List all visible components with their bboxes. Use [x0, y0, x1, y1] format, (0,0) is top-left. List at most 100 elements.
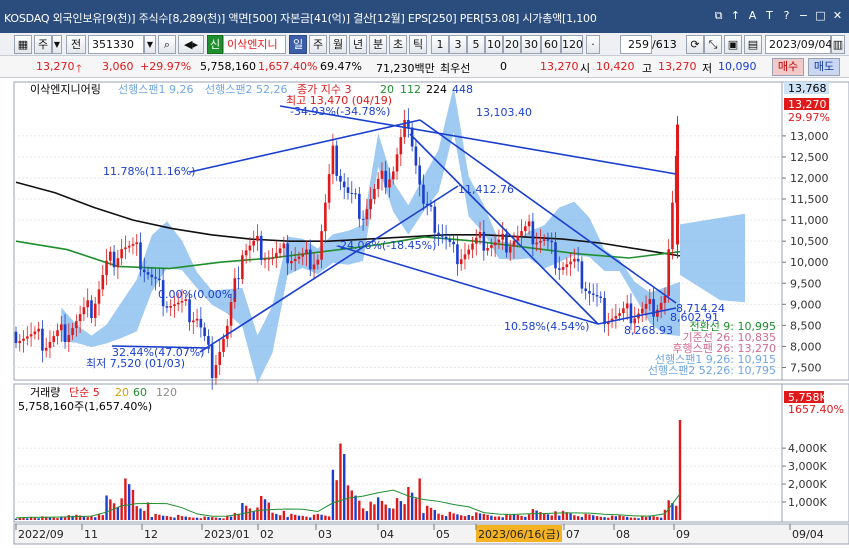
volume-bar	[275, 513, 278, 520]
period-tick-button[interactable]: 틱	[409, 35, 427, 54]
speaker-icon[interactable]: ◀▸	[178, 35, 204, 54]
chevron-down-icon[interactable]: ▼	[52, 35, 62, 54]
price-up-arrow-icon: 🡑	[76, 62, 82, 75]
volume-bar	[520, 515, 523, 520]
period-second-button[interactable]: 초	[389, 35, 407, 54]
period-minute-button[interactable]: 분	[369, 35, 387, 54]
indicator-span1: 선행스팬1 9,26	[118, 83, 193, 96]
price-tick-label: 9,500	[790, 277, 822, 290]
chart-area[interactable]: 이삭엔지니어링 선행스팬1 9,26 선행스팬2 52,26 종가 지수 3 2…	[0, 78, 849, 548]
volume-bar	[622, 516, 625, 520]
date-input[interactable]: 2023/09/04	[765, 35, 832, 54]
minute-30-button[interactable]: 30	[521, 35, 541, 54]
save-icon[interactable]: ▣	[724, 35, 742, 54]
candle-body	[648, 299, 652, 304]
volume-bar	[573, 515, 576, 520]
candle-body	[331, 145, 335, 175]
volume-bar	[501, 517, 504, 520]
candle-body	[618, 313, 621, 316]
candle-body	[86, 300, 89, 308]
volume-bar	[663, 509, 667, 520]
chart-svg[interactable]: 이삭엔지니어링 선행스팬1 9,26 선행스팬2 52,26 종가 지수 3 2…	[0, 78, 849, 548]
candle-body	[399, 137, 403, 155]
candle-body	[591, 293, 595, 296]
candle-body	[644, 303, 648, 309]
candle-body	[599, 296, 603, 298]
candle-body	[565, 264, 569, 268]
high-label: 고	[642, 62, 653, 75]
data-count-input[interactable]: 259	[620, 35, 652, 54]
minute-20-button[interactable]: 20	[503, 35, 521, 54]
volume-bar	[414, 498, 418, 520]
candle-body	[369, 199, 372, 210]
period-day-button[interactable]: 일	[289, 35, 307, 54]
stock-code-input[interactable]: 351330	[88, 35, 144, 54]
volume-bar	[286, 517, 289, 520]
candle-body	[422, 184, 425, 204]
help-icon[interactable]: ?	[779, 8, 794, 23]
period-week-button[interactable]: 주	[309, 35, 327, 54]
candle-body	[663, 295, 667, 303]
text-t-icon[interactable]: T	[762, 8, 777, 23]
minimize-icon[interactable]: −	[796, 8, 811, 23]
candle-body	[588, 291, 591, 294]
candle-body	[267, 258, 271, 260]
minute-1-button[interactable]: 1	[431, 35, 449, 54]
candle-body	[365, 209, 369, 220]
market-select[interactable]: 주	[34, 35, 52, 54]
volume-bar	[448, 511, 452, 520]
candle-body	[67, 335, 71, 342]
search-icon[interactable]: ⌕	[158, 35, 176, 54]
low-price: 10,090	[718, 60, 757, 73]
period-year-button[interactable]: 년	[349, 35, 367, 54]
calendar-icon[interactable]: ▤	[744, 35, 762, 54]
volume-bar	[297, 515, 301, 520]
candle-body	[667, 249, 670, 296]
link-icon[interactable]: ⧉	[711, 8, 726, 23]
candle-body	[380, 170, 384, 179]
font-a-icon[interactable]: A	[745, 8, 760, 23]
refresh-icon[interactable]: ⟳	[686, 35, 704, 54]
candle-body	[576, 258, 580, 262]
candle-body	[244, 250, 248, 256]
volume-bar	[607, 517, 610, 520]
volume-bar	[365, 511, 369, 520]
period-month-button[interactable]: 월	[329, 35, 347, 54]
price-tick-label: 7,500	[790, 361, 822, 374]
candle-body	[414, 146, 418, 166]
minute-3-button[interactable]: 3	[449, 35, 467, 54]
settings-button[interactable]: ·	[586, 35, 600, 54]
prev-button[interactable]: 전	[66, 35, 86, 54]
volume-bar	[120, 498, 123, 520]
volume-bar	[316, 513, 320, 520]
minute-5-button[interactable]: 5	[467, 35, 485, 54]
stock-name-field[interactable]: 이삭엔지니	[223, 35, 286, 54]
volume-bar	[505, 514, 508, 520]
candle-body	[580, 261, 584, 289]
volume-bar	[131, 489, 135, 520]
candle-body	[482, 231, 486, 251]
date-picker-icon[interactable]: ▥	[831, 35, 845, 54]
maximize-icon[interactable]: □	[813, 8, 828, 23]
minute-60-button[interactable]: 60	[541, 35, 561, 54]
minute-10-button[interactable]: 10	[485, 35, 503, 54]
sell-button[interactable]: 매도	[808, 58, 840, 76]
volume-bar	[629, 517, 633, 520]
ruler-icon[interactable]: ⤡	[704, 35, 722, 54]
volume-bar	[380, 500, 384, 520]
buy-button[interactable]: 매수	[772, 58, 804, 76]
minute-120-button[interactable]: 120	[561, 35, 583, 54]
candle-body	[90, 300, 93, 318]
close-icon[interactable]: ✕	[830, 8, 845, 23]
indicator-224: 224	[426, 83, 447, 96]
candle-body	[282, 243, 286, 249]
candle-body	[146, 272, 150, 275]
volume-bar	[101, 515, 104, 520]
panel-toggle-icon[interactable]: ▦	[14, 35, 32, 54]
volume-bar	[595, 516, 599, 520]
arrow-up-icon[interactable]: ↑	[728, 8, 743, 23]
volume-bar	[452, 513, 455, 520]
price-tick-label: 9,000	[790, 298, 822, 311]
code-dropdown-icon[interactable]: ▼	[144, 35, 156, 54]
volume-bar	[444, 516, 448, 520]
